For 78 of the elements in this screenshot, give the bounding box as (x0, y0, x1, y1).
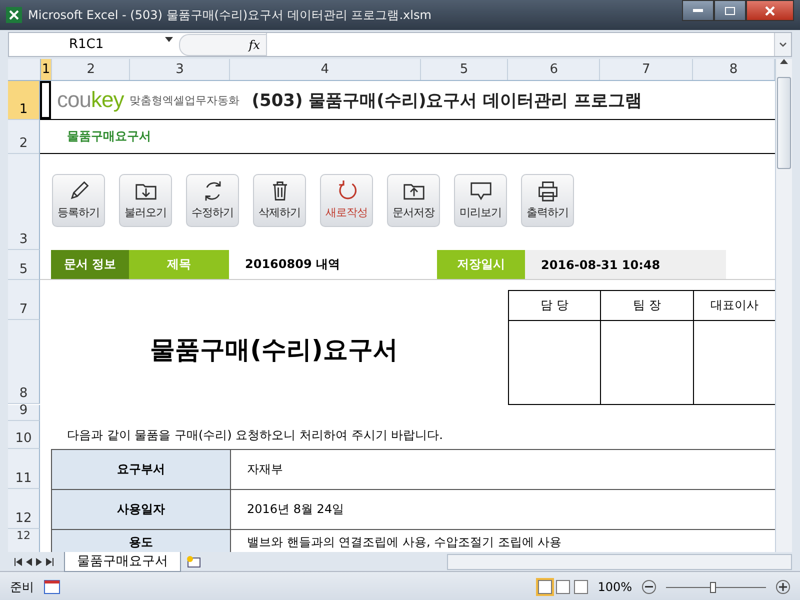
row-header[interactable]: 12 (8, 529, 40, 552)
window-title: Microsoft Excel - (503) 물품구매(수리)요구서 데이터관리 프로그램.xlsm (28, 6, 432, 24)
status-text: 준비 (10, 578, 34, 596)
scroll-thumb[interactable] (777, 77, 791, 169)
row-header[interactable]: 8 (8, 320, 40, 404)
label-cell: 사용일자 (51, 490, 231, 529)
form-heading: 물품구매(수리)요구서 (149, 334, 399, 366)
normal-view-button[interactable] (538, 580, 552, 594)
sheet-label: 물품구매요구서 (67, 128, 151, 145)
row-header[interactable]: 2 (8, 120, 40, 154)
horizontal-scrollbar[interactable] (447, 554, 792, 570)
plus-icon (779, 583, 787, 591)
column-header[interactable]: 7 (600, 59, 694, 80)
close-button[interactable] (746, 0, 794, 21)
tagline: 맞춤형엑셀업무자동화 (130, 92, 240, 108)
minimize-button[interactable] (682, 0, 714, 21)
program-title: (503) 물품구매(수리)요구서 데이터관리 프로그램 (252, 90, 642, 112)
row-header[interactable]: 9 (8, 405, 40, 421)
table-cell-text: 20160809 내역 (244, 256, 341, 273)
toolbar-button[interactable]: 출력하기 (521, 174, 574, 227)
row-header[interactable]: 7 (8, 280, 40, 320)
row-header[interactable]: 11 (8, 449, 40, 489)
column-header[interactable]: 4 (230, 59, 421, 80)
vertical-scrollbar[interactable] (775, 59, 792, 552)
table-cell-text: 자재부 (246, 461, 284, 478)
page-break-button[interactable] (574, 580, 588, 594)
toolbar-button[interactable]: 새로작성 (320, 174, 373, 227)
label-cell: 제목 (129, 250, 229, 279)
toolbar-button[interactable]: 문서저장 (387, 174, 440, 227)
new-sheet-icon[interactable] (185, 554, 203, 568)
fx-button[interactable]: fx (179, 34, 266, 56)
maximize-icon (725, 6, 735, 14)
table-cell: 2016-08-31 10:48 (525, 250, 726, 279)
name-box[interactable]: R1C1 (9, 37, 179, 52)
table-header: 담 당 (509, 291, 601, 321)
sheet-tab[interactable]: 물품구매요구서 (64, 552, 181, 572)
column-header[interactable]: 3 (130, 59, 230, 80)
toolbar-button[interactable]: 삭제하기 (253, 174, 306, 227)
toolbar-button[interactable]: 미리보기 (454, 174, 507, 227)
last-sheet-icon[interactable] (46, 558, 54, 566)
label-cell: 문서 정보 (51, 250, 129, 279)
previous-sheet-icon[interactable] (26, 558, 32, 566)
logo: coukey (57, 87, 124, 113)
row-header[interactable]: 10 (8, 421, 40, 449)
row-header[interactable]: 5 (8, 250, 40, 280)
table-cell-text: 2016년 8월 24일 (246, 501, 346, 518)
zoom-level: 100% (598, 580, 632, 594)
next-sheet-icon[interactable] (36, 558, 42, 566)
table-header: 팀 장 (601, 291, 694, 321)
close-icon (765, 6, 775, 16)
row-header[interactable]: 1 (8, 81, 40, 120)
sheet-icon[interactable] (44, 580, 60, 594)
column-header[interactable]: 1 (40, 59, 52, 80)
column-header[interactable]: 6 (508, 59, 600, 80)
intro-text: 다음과 같이 물품을 구매(수리) 요청하오니 처리하여 주시기 바랍니다. (67, 426, 443, 444)
zoom-slider-thumb[interactable] (710, 582, 716, 592)
row-header[interactable]: 3 (8, 154, 40, 250)
toolbar-button[interactable]: 불러오기 (119, 174, 172, 227)
zoom-out-button[interactable] (642, 580, 656, 594)
expand-icon[interactable] (779, 42, 787, 47)
page-layout-button[interactable] (556, 580, 570, 594)
column-header[interactable]: 2 (52, 59, 130, 80)
label-cell: 요구부서 (51, 450, 231, 489)
table-cell-text: 밸브와 핸들과의 연결조립에 사용, 수압조절기 조립에 사용 (246, 534, 563, 550)
minimize-icon (693, 8, 703, 12)
minus-icon (645, 586, 653, 588)
toolbar-button[interactable]: 수정하기 (186, 174, 239, 227)
zoom-in-button[interactable] (776, 580, 790, 594)
first-sheet-icon[interactable] (14, 558, 22, 566)
maximize-button[interactable] (714, 0, 746, 21)
zoom-slider-track[interactable] (666, 581, 766, 593)
dropdown-icon (165, 37, 173, 42)
label-cell: 저장일시 (437, 250, 525, 279)
label-cell: 용도 (51, 530, 231, 552)
toolbar-button[interactable]: 등록하기 (52, 174, 105, 227)
column-header[interactable]: 5 (420, 59, 508, 80)
excel-icon (6, 7, 22, 23)
row-header[interactable]: 12 (8, 489, 40, 529)
